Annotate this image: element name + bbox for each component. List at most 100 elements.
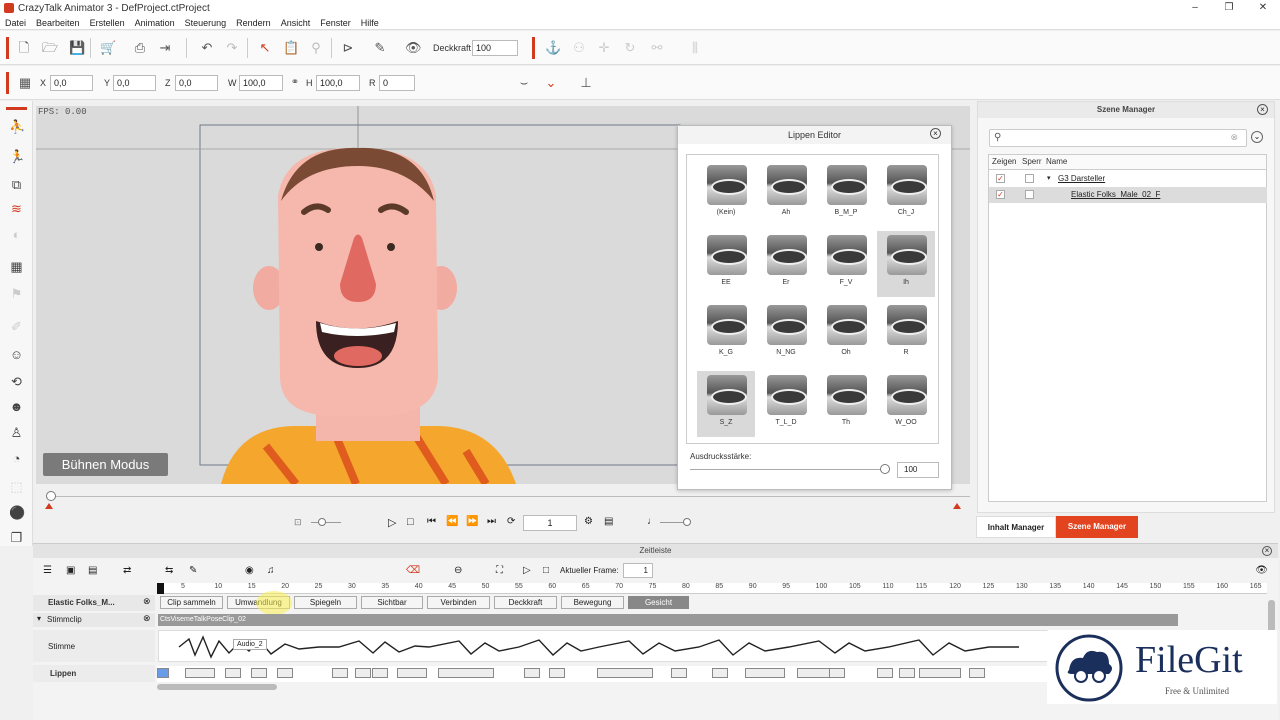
import-icon[interactable]: ⎙: [133, 41, 147, 55]
z-field[interactable]: 0,0: [175, 75, 218, 91]
viseme-fv[interactable]: F_V: [817, 231, 875, 297]
new-file-icon[interactable]: 🗋: [17, 41, 31, 55]
audio-icon[interactable]: ≋: [9, 201, 24, 216]
lip-key[interactable]: [277, 668, 293, 678]
layout-icon[interactable]: ▦: [9, 259, 24, 274]
lip-key[interactable]: [185, 668, 215, 678]
loop-icon[interactable]: ⟳: [507, 516, 515, 527]
layout-icon[interactable]: ▤: [88, 565, 97, 576]
chip-flip[interactable]: Spiegeln: [294, 596, 357, 609]
range-end-marker[interactable]: [953, 503, 961, 509]
body-icon[interactable]: ♙: [9, 425, 24, 440]
frame-icon[interactable]: ⬚: [9, 479, 24, 494]
bars-icon[interactable]: ⫼: [688, 41, 702, 55]
mouth-track-icon[interactable]: ◉: [245, 565, 254, 576]
close-icon[interactable]: ×: [1257, 104, 1268, 115]
viseme-ee[interactable]: EE: [697, 231, 755, 297]
speed-slider[interactable]: [311, 522, 341, 523]
lip-key[interactable]: [524, 668, 540, 678]
settings-icon[interactable]: ⚙: [584, 516, 593, 527]
play-icon[interactable]: ▷: [388, 516, 396, 529]
current-frame-field[interactable]: 1: [623, 563, 653, 578]
frame-field[interactable]: 1: [523, 515, 577, 531]
ease-out-icon[interactable]: ⌄: [544, 76, 558, 90]
chip-visible[interactable]: Sichtbar: [361, 596, 423, 609]
lip-key[interactable]: [745, 668, 785, 678]
show-checkbox[interactable]: ✓: [996, 190, 1005, 199]
close-icon[interactable]: ⊗: [143, 596, 151, 607]
viseme-kein[interactable]: (Kein): [697, 161, 755, 227]
menu-bearbeiten[interactable]: Bearbeiten: [36, 18, 80, 28]
save-icon[interactable]: 💾: [69, 41, 85, 55]
scrub-track[interactable]: [50, 496, 970, 497]
chip-collect-clip[interactable]: Clip sammeln: [160, 596, 223, 609]
stage-mode-button[interactable]: Bühnen Modus: [43, 453, 168, 476]
menu-hilfe[interactable]: Hilfe: [361, 18, 379, 28]
h-field[interactable]: 100,0: [316, 75, 360, 91]
lip-key[interactable]: [372, 668, 388, 678]
lip-key[interactable]: [355, 668, 371, 678]
expand-icon[interactable]: ▾: [1047, 171, 1051, 187]
viseme-r[interactable]: R: [877, 301, 935, 367]
key-icon[interactable]: ▣: [66, 565, 75, 576]
lip-key[interactable]: [877, 668, 893, 678]
play-icon[interactable]: ▷: [523, 565, 531, 576]
stop-icon[interactable]: □: [407, 516, 414, 528]
viseme-bmp[interactable]: B_M_P: [817, 161, 875, 227]
close-button[interactable]: ✕: [1246, 0, 1280, 16]
chip-opacity[interactable]: Deckkraft: [494, 596, 557, 609]
timeline-scrollbar[interactable]: [157, 684, 277, 690]
scrub-handle[interactable]: [46, 491, 56, 501]
viseme-sz[interactable]: S_Z: [697, 371, 755, 437]
viseme-clip[interactable]: CtsVisemeTalkPoseClip_02: [158, 614, 1178, 626]
x-field[interactable]: 0,0: [50, 75, 93, 91]
sprite-icon[interactable]: ⧉: [9, 177, 24, 192]
brush-icon[interactable]: ✐: [9, 319, 24, 334]
timeline-ruler[interactable]: 5 10 15 20 25 30 35 40 45 50 55 60 65 70 75 80 85 90 95 100…: [157, 583, 1267, 594]
cart-icon[interactable]: 🛒: [100, 41, 116, 55]
chip-face[interactable]: Gesicht: [628, 596, 689, 609]
close-icon[interactable]: ×: [930, 128, 941, 139]
layers-icon[interactable]: ❐: [9, 530, 24, 545]
export-icon[interactable]: ⇥: [158, 41, 172, 55]
move-icon[interactable]: ✛: [597, 41, 611, 55]
options-icon[interactable]: ⌄: [1251, 131, 1263, 143]
face-icon[interactable]: ☻: [9, 399, 24, 414]
lip-key[interactable]: [251, 668, 267, 678]
w-field[interactable]: 100,0: [239, 75, 283, 91]
volume-icon[interactable]: ♩: [647, 516, 657, 527]
chip-link[interactable]: Verbinden: [427, 596, 490, 609]
undo-icon[interactable]: ↶: [200, 41, 214, 55]
maximize-button[interactable]: ❐: [1212, 0, 1246, 16]
speed-icon[interactable]: ⊡: [294, 517, 302, 528]
rotate-icon[interactable]: ↻: [623, 41, 637, 55]
sync-icon[interactable]: ⇆: [165, 565, 173, 576]
chip-motion[interactable]: Bewegung: [561, 596, 624, 609]
lip-key[interactable]: [829, 668, 845, 678]
viseme-nng[interactable]: N_NG: [757, 301, 815, 367]
lip-key[interactable]: [157, 668, 169, 678]
lip-key[interactable]: [438, 668, 494, 678]
lip-key[interactable]: [549, 668, 565, 678]
volume-handle[interactable]: [683, 518, 691, 526]
clear-icon[interactable]: ⊗: [1230, 132, 1238, 143]
lip-key[interactable]: [671, 668, 687, 678]
zoom-out-icon[interactable]: ⊖: [454, 565, 462, 576]
first-frame-icon[interactable]: ⏮: [427, 516, 436, 527]
anchor-icon[interactable]: ⊥: [579, 76, 593, 90]
flip-icon[interactable]: ⊳: [341, 41, 355, 55]
menu-rendern[interactable]: Rendern: [236, 18, 271, 28]
head-turn-icon[interactable]: ◔: [9, 451, 24, 466]
menu-ansicht[interactable]: Ansicht: [281, 18, 311, 28]
character[interactable]: [221, 147, 516, 484]
close-icon[interactable]: ×: [1262, 546, 1272, 556]
ease-in-icon[interactable]: ⌣: [517, 76, 531, 90]
menu-animation[interactable]: Animation: [135, 18, 175, 28]
open-folder-icon[interactable]: 🗁: [42, 41, 58, 55]
y-field[interactable]: 0,0: [113, 75, 156, 91]
head-icon[interactable]: ☺: [9, 347, 24, 362]
actor-icon[interactable]: ⛹: [9, 119, 25, 134]
collapse-icon[interactable]: ▾: [37, 614, 41, 623]
prev-frame-icon[interactable]: ⏪: [446, 516, 458, 527]
display-icon[interactable]: ▤: [604, 516, 613, 527]
